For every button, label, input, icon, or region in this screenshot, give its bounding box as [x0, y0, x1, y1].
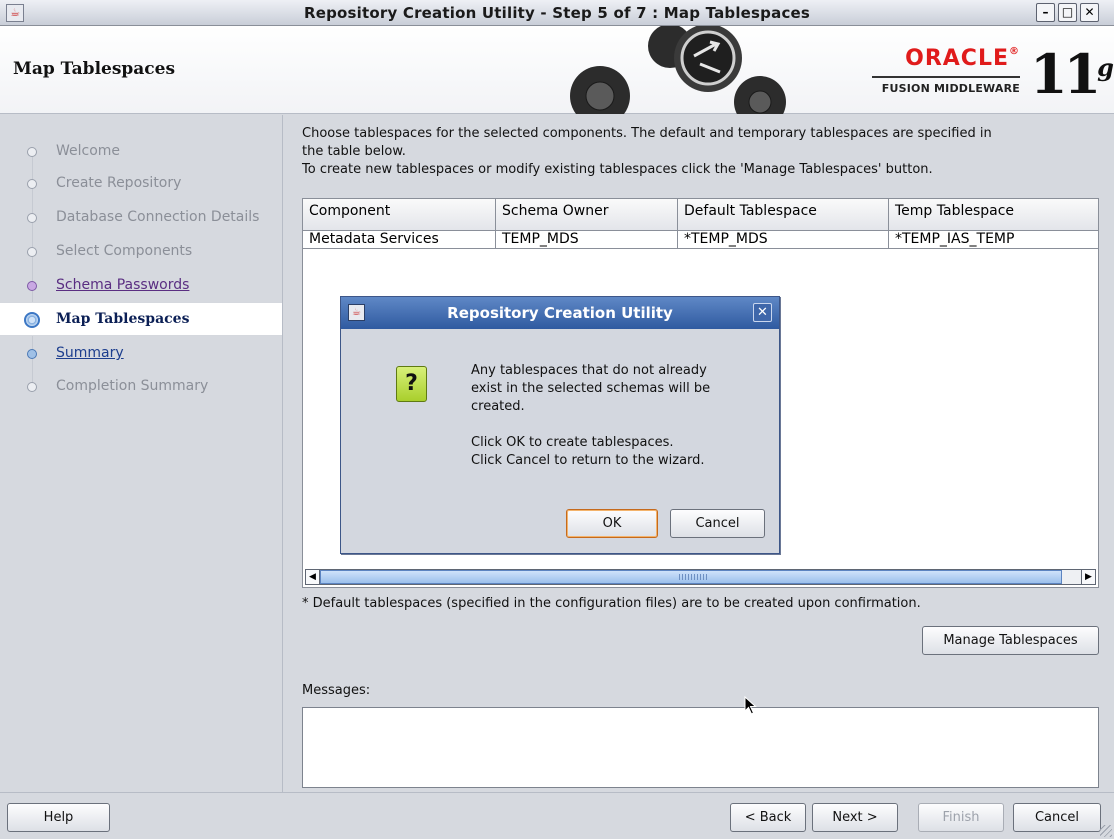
- nav-step-map-tablespaces: Map Tablespaces: [0, 302, 282, 336]
- step-dot-icon: [27, 179, 37, 189]
- instructions-line: To create new tablespaces or modify exis…: [302, 162, 933, 177]
- nav-step-database-connection-details: Database Connection Details: [0, 201, 282, 235]
- window-title-bar[interactable]: ☕ Repository Creation Utility - Step 5 o…: [0, 0, 1114, 26]
- step-dot-icon: [27, 213, 37, 223]
- nav-step-label: Completion Summary: [56, 378, 209, 394]
- wizard-button-bar: Help < Back Next > Finish Cancel: [0, 792, 1114, 839]
- scroll-right-icon[interactable]: ▶: [1081, 570, 1095, 584]
- nav-step-label: Welcome: [56, 143, 121, 159]
- nav-step-select-components: Select Components: [0, 235, 282, 269]
- dialog-cancel-button[interactable]: Cancel: [670, 509, 765, 538]
- grip-icon: [679, 574, 709, 580]
- nav-step-label[interactable]: Schema Passwords: [56, 277, 189, 293]
- nav-step-label[interactable]: Summary: [56, 345, 124, 361]
- back-button[interactable]: < Back: [730, 803, 806, 832]
- step-dot-icon: [27, 382, 37, 392]
- instructions-line: Choose tablespaces for the selected comp…: [302, 126, 992, 141]
- dialog-message-line: created.: [471, 399, 525, 414]
- oracle-logo: ORACLE® FUSION MIDDLEWARE: [872, 46, 1022, 106]
- table-cell: TEMP_MDS: [496, 231, 678, 248]
- nav-step-label: Map Tablespaces: [56, 311, 190, 327]
- cancel-button[interactable]: Cancel: [1013, 803, 1101, 832]
- scroll-left-icon[interactable]: ◀: [306, 570, 320, 584]
- minimize-icon[interactable]: –: [1036, 3, 1055, 22]
- nav-step-schema-passwords[interactable]: Schema Passwords: [0, 269, 282, 303]
- dialog-title: Repository Creation Utility: [447, 304, 673, 322]
- footnote-text: * Default tablespaces (specified in the …: [302, 596, 921, 611]
- help-button[interactable]: Help: [7, 803, 110, 832]
- nav-step-create-repository: Create Repository: [0, 167, 282, 201]
- column-header-component[interactable]: Component: [303, 199, 496, 230]
- table-cell: Metadata Services: [303, 231, 496, 248]
- table-cell[interactable]: *TEMP_IAS_TEMP: [889, 231, 1098, 248]
- close-icon[interactable]: ✕: [1080, 3, 1099, 22]
- mouse-cursor-icon: [744, 696, 757, 715]
- wizard-header: Map Tablespaces ORACLE® FUSION MIDDLEWAR…: [0, 26, 1114, 114]
- finish-button[interactable]: Finish: [918, 803, 1004, 832]
- nav-step-label: Select Components: [56, 243, 193, 259]
- column-header-temp-tablespace[interactable]: Temp Tablespace: [889, 199, 1098, 230]
- horizontal-scrollbar[interactable]: ◀ ▶: [305, 569, 1096, 585]
- messages-label: Messages:: [302, 683, 371, 698]
- page-title: Map Tablespaces: [13, 59, 176, 79]
- ok-button[interactable]: OK: [566, 509, 658, 538]
- dialog-message-line: Click OK to create tablespaces.: [471, 435, 674, 450]
- wizard-step-nav: Welcome Create Repository Database Conne…: [0, 115, 283, 792]
- version-logo: 11g: [1030, 42, 1114, 106]
- dialog-message-line: Click Cancel to return to the wizard.: [471, 453, 705, 468]
- step-dot-icon: [27, 349, 37, 359]
- instructions-text: Choose tablespaces for the selected comp…: [302, 125, 1102, 179]
- nav-step-completion-summary: Completion Summary: [0, 370, 282, 404]
- next-button[interactable]: Next >: [812, 803, 898, 832]
- confirm-dialog: ☕ Repository Creation Utility ✕ ? Any ta…: [340, 296, 780, 554]
- gears-graphic: [570, 26, 786, 114]
- table-row[interactable]: Metadata Services TEMP_MDS *TEMP_MDS *TE…: [303, 230, 1098, 249]
- step-dot-icon: [27, 281, 37, 291]
- instructions-line: the table below.: [302, 144, 406, 159]
- maximize-icon[interactable]: □: [1058, 3, 1077, 22]
- scrollbar-thumb[interactable]: [320, 570, 1062, 584]
- dialog-message-line: Any tablespaces that do not already: [471, 363, 707, 378]
- nav-step-label: Create Repository: [56, 175, 182, 191]
- table-header: Component Schema Owner Default Tablespac…: [303, 199, 1098, 230]
- manage-tablespaces-button[interactable]: Manage Tablespaces: [922, 626, 1099, 655]
- dialog-title-bar[interactable]: ☕ Repository Creation Utility ✕: [341, 297, 779, 329]
- nav-step-label: Database Connection Details: [56, 209, 260, 225]
- table-cell[interactable]: *TEMP_MDS: [678, 231, 889, 248]
- current-step-icon: [24, 312, 40, 328]
- nav-step-welcome: Welcome: [0, 135, 282, 169]
- window-title: Repository Creation Utility - Step 5 of …: [303, 4, 811, 22]
- nav-step-summary[interactable]: Summary: [0, 337, 282, 371]
- resize-grip-icon[interactable]: [1100, 825, 1112, 837]
- column-header-schema-owner[interactable]: Schema Owner: [496, 199, 678, 230]
- dialog-message-line: exist in the selected schemas will be: [471, 381, 711, 396]
- column-header-default-tablespace[interactable]: Default Tablespace: [678, 199, 889, 230]
- step-dot-icon: [27, 247, 37, 257]
- step-dot-icon: [27, 147, 37, 157]
- dialog-close-icon[interactable]: ✕: [753, 303, 772, 322]
- question-icon: ?: [396, 366, 427, 402]
- messages-area[interactable]: [302, 707, 1099, 788]
